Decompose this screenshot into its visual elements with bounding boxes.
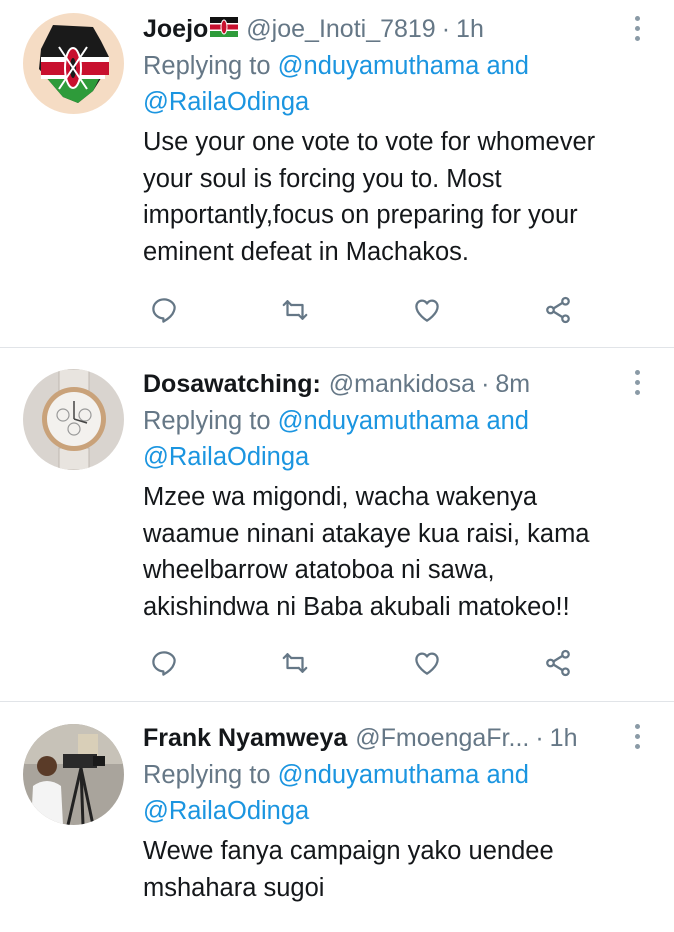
retweet-icon[interactable] <box>275 643 315 683</box>
display-name[interactable]: Joejo <box>143 12 208 46</box>
separator-dot: · <box>481 370 490 398</box>
retweet-icon[interactable] <box>275 290 315 330</box>
timestamp[interactable]: 1h <box>550 721 578 755</box>
tweet[interactable]: Dosawatching: @mankidosa · 8m Replying t… <box>0 348 674 702</box>
replying-to-label: Replying to <box>143 407 271 435</box>
mention-and[interactable]: and <box>486 407 529 435</box>
mention-link[interactable]: @RailaOdinga <box>143 88 309 116</box>
replying-to: Replying to @nduyamuthama and @RailaOdin… <box>143 757 620 829</box>
avatar[interactable] <box>23 724 124 825</box>
tweet[interactable]: Frank Nyamweya @FmoengaFr... · 1h Replyi… <box>0 702 674 932</box>
timestamp[interactable]: 1h <box>456 12 484 46</box>
tweet-text: Wewe fanya campaign yako uendee mshahara… <box>143 837 554 902</box>
mention-link[interactable]: @nduyamuthama <box>278 52 480 80</box>
user-handle[interactable]: @FmoengaFr... <box>355 721 529 755</box>
tweet[interactable]: Joejo @joe_Inoti_7819 · 1h Replying to @… <box>0 0 674 348</box>
avatar[interactable] <box>23 369 124 470</box>
like-icon[interactable] <box>407 290 447 330</box>
mention-link[interactable]: @RailaOdinga <box>143 797 309 825</box>
more-options-icon[interactable] <box>630 724 644 754</box>
reply-icon[interactable] <box>144 643 184 683</box>
mention-link[interactable]: @nduyamuthama <box>278 761 480 789</box>
user-handle[interactable]: @mankidosa <box>329 367 475 401</box>
like-icon[interactable] <box>407 643 447 683</box>
replying-to: Replying to @nduyamuthama and @RailaOdin… <box>143 403 620 475</box>
kenya-flag-icon <box>210 12 239 46</box>
mention-and[interactable]: and <box>486 761 529 789</box>
more-options-icon[interactable] <box>630 16 644 46</box>
separator-dot: · <box>441 15 451 43</box>
reply-icon[interactable] <box>144 290 184 330</box>
mention-link[interactable]: @nduyamuthama <box>278 407 480 435</box>
timestamp[interactable]: 8m <box>495 367 530 401</box>
share-icon[interactable] <box>538 643 578 683</box>
display-name[interactable]: Frank Nyamweya <box>143 721 347 755</box>
replying-to-label: Replying to <box>143 761 271 789</box>
more-options-icon[interactable] <box>630 370 644 400</box>
tweet-text: Use your one vote to vote for whomever y… <box>143 128 596 266</box>
mention-link[interactable]: @RailaOdinga <box>143 443 309 471</box>
user-handle[interactable]: @joe_Inoti_7819 <box>246 12 435 46</box>
action-bar <box>144 290 578 330</box>
avatar[interactable] <box>23 13 124 114</box>
share-icon[interactable] <box>538 290 578 330</box>
tweet-text: Mzee wa migondi, wacha wakenya waamue ni… <box>143 483 590 621</box>
replying-to-label: Replying to <box>143 52 271 80</box>
mention-and[interactable]: and <box>486 52 529 80</box>
display-name[interactable]: Dosawatching: <box>143 367 321 401</box>
separator-dot: · <box>535 724 544 752</box>
replying-to: Replying to @nduyamuthama and @RailaOdin… <box>143 48 620 120</box>
action-bar <box>144 643 578 683</box>
